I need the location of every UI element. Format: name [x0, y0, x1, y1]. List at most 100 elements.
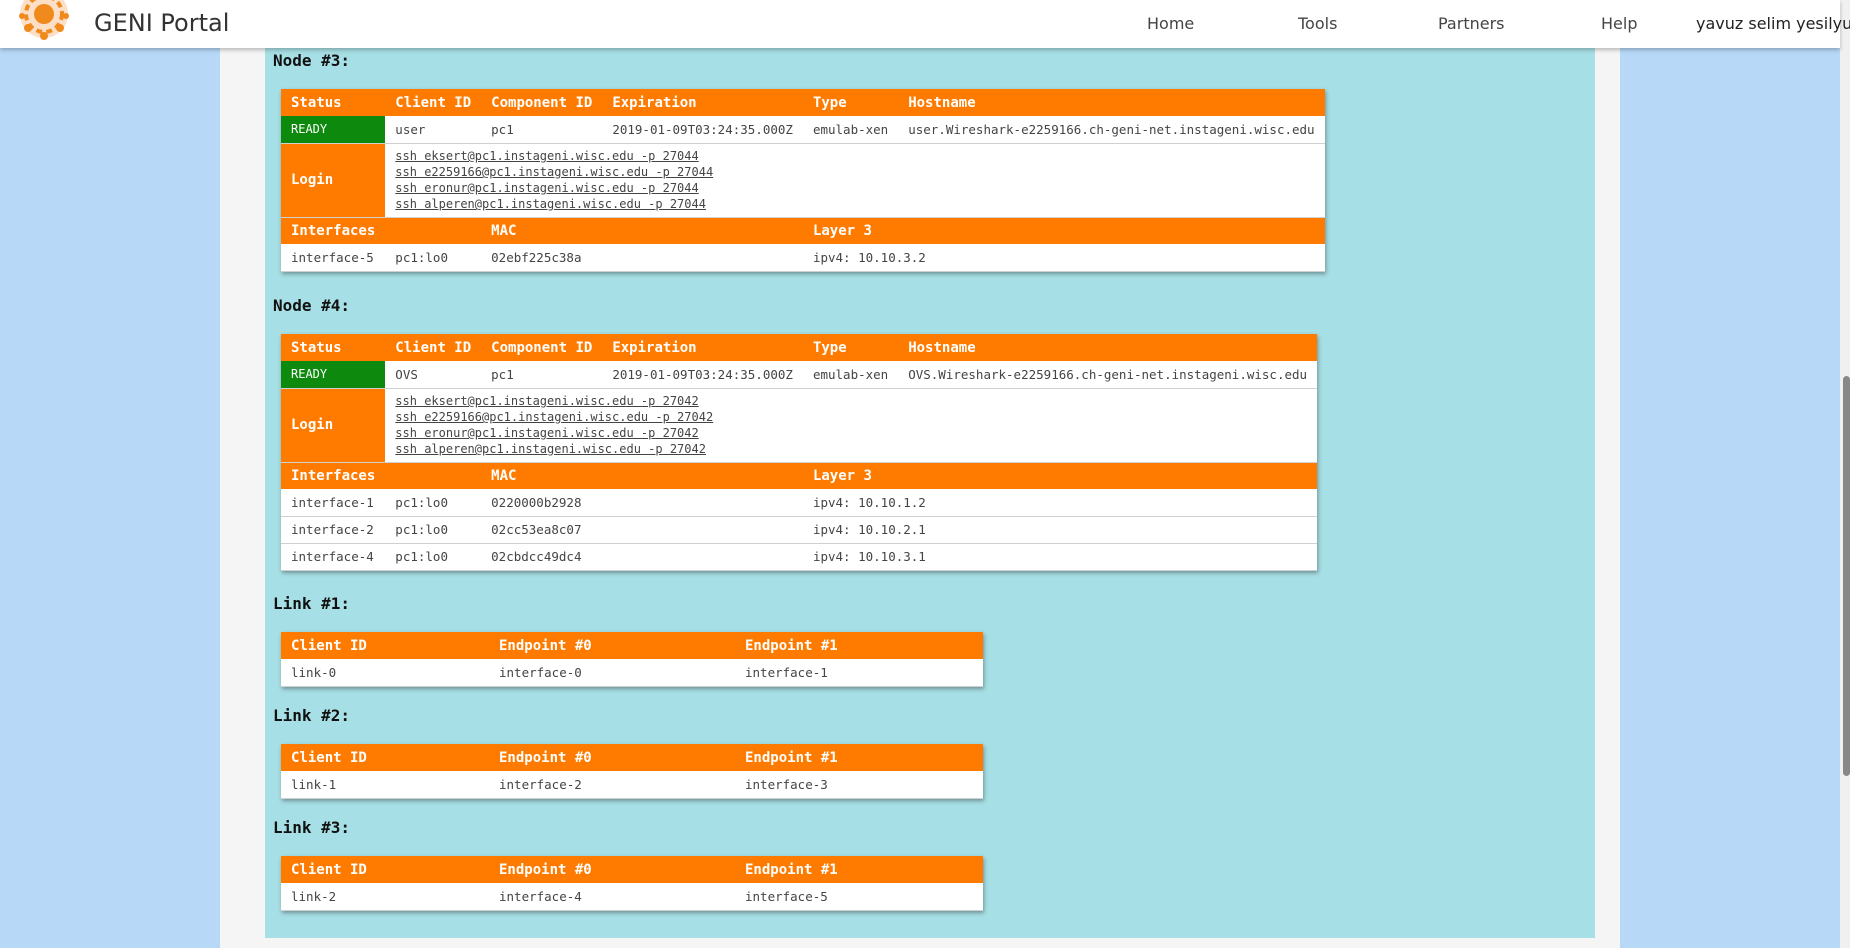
login-row: Login ssh eksert@pc1.instageni.wisc.edu …	[281, 143, 1325, 218]
interfaces-header: Interfaces MAC Layer 3	[281, 217, 1325, 244]
interface-port: pc1:lo0	[385, 516, 482, 544]
node-type: emulab-xen	[802, 116, 899, 144]
link-table-header: Client ID Endpoint #0 Endpoint #1	[281, 744, 983, 771]
component-id: pc1	[481, 116, 603, 144]
header-interfaces: Interfaces	[281, 462, 386, 489]
header-type: Type	[802, 334, 899, 361]
header-component-id: Component ID	[481, 89, 603, 116]
ssh-login-link[interactable]: ssh alperen@pc1.instageni.wisc.edu -p 27…	[395, 441, 1307, 457]
expiration: 2019-01-09T03:24:35.000Z	[602, 116, 803, 144]
header-client-id: Client ID	[281, 856, 489, 883]
interface-mac: 02ebf225c38a	[481, 244, 803, 272]
header-mac: MAC	[481, 462, 803, 489]
header-client-id: Client ID	[385, 89, 482, 116]
geni-logo-icon[interactable]	[14, 0, 74, 44]
node-3-title: Node #3:	[273, 51, 351, 70]
header-client-id: Client ID	[281, 632, 489, 659]
ssh-login-link[interactable]: ssh e2259166@pc1.instageni.wisc.edu -p 2…	[395, 409, 1307, 425]
ssh-login-link[interactable]: ssh eronur@pc1.instageni.wisc.edu -p 270…	[395, 425, 1307, 441]
interface-ip: ipv4: 10.10.2.1	[802, 516, 1318, 544]
status-badge: READY	[281, 361, 386, 389]
header-endpoint-1: Endpoint #1	[735, 632, 983, 659]
ssh-login-link[interactable]: ssh eksert@pc1.instageni.wisc.edu -p 270…	[395, 393, 1307, 409]
header-expiration: Expiration	[602, 89, 803, 116]
nav-home[interactable]: Home	[1147, 14, 1194, 33]
interface-ip: ipv4: 10.10.3.2	[802, 244, 1325, 272]
login-label: Login	[281, 388, 386, 463]
login-label: Login	[281, 143, 386, 218]
header-endpoint-0: Endpoint #0	[489, 632, 735, 659]
interface-name: interface-1	[281, 489, 386, 517]
node-4-table: Status Client ID Component ID Expiration…	[281, 334, 1318, 571]
ssh-login-link[interactable]: ssh e2259166@pc1.instageni.wisc.edu -p 2…	[395, 164, 1314, 180]
interface-port: pc1:lo0	[385, 543, 482, 571]
link-endpoint-1: interface-5	[735, 883, 983, 911]
link-endpoint-0: interface-4	[489, 883, 735, 911]
link-client-id: link-0	[281, 659, 489, 687]
node-type: emulab-xen	[802, 361, 899, 389]
ssh-login-link[interactable]: ssh alperen@pc1.instageni.wisc.edu -p 27…	[395, 196, 1314, 212]
header-status: Status	[281, 334, 386, 361]
interface-port: pc1:lo0	[385, 244, 482, 272]
link-1-title: Link #1:	[273, 594, 351, 613]
link-row: link-0 interface-0 interface-1	[281, 659, 983, 687]
header-interfaces: Interfaces	[281, 217, 386, 244]
interface-mac: 02cc53ea8c07	[481, 516, 803, 544]
interface-row: interface-1 pc1:lo0 0220000b2928 ipv4: 1…	[281, 489, 1318, 517]
client-id: user	[385, 116, 482, 144]
interface-name: interface-4	[281, 543, 386, 571]
header-expiration: Expiration	[602, 334, 803, 361]
ssh-login-link[interactable]: ssh eronur@pc1.instageni.wisc.edu -p 270…	[395, 180, 1314, 196]
link-client-id: link-1	[281, 771, 489, 799]
header-status: Status	[281, 89, 386, 116]
brand-title[interactable]: GENI Portal	[94, 9, 229, 37]
hostname: OVS.Wireshark-e2259166.ch-geni-net.insta…	[898, 361, 1318, 389]
link-endpoint-1: interface-1	[735, 659, 983, 687]
header-endpoint-0: Endpoint #0	[489, 744, 735, 771]
interface-mac: 02cbdcc49dc4	[481, 543, 803, 571]
interfaces-header: Interfaces MAC Layer 3	[281, 462, 1318, 489]
interface-ip: ipv4: 10.10.1.2	[802, 489, 1318, 517]
top-navbar: GENI Portal Home Tools Partners Help yav…	[0, 0, 1850, 48]
interface-row: interface-4 pc1:lo0 02cbdcc49dc4 ipv4: 1…	[281, 543, 1318, 571]
header-component-id: Component ID	[481, 334, 603, 361]
link-row: link-2 interface-4 interface-5	[281, 883, 983, 911]
link-table-header: Client ID Endpoint #0 Endpoint #1	[281, 632, 983, 659]
nav-partners[interactable]: Partners	[1438, 14, 1504, 33]
header-hostname: Hostname	[898, 334, 1318, 361]
user-menu[interactable]: yavuz selim yesilyurt	[1696, 14, 1850, 33]
link-endpoint-1: interface-3	[735, 771, 983, 799]
nav-tools[interactable]: Tools	[1298, 14, 1337, 33]
link-2-title: Link #2:	[273, 706, 351, 725]
interface-row: interface-2 pc1:lo0 02cc53ea8c07 ipv4: 1…	[281, 516, 1318, 544]
header-hostname: Hostname	[898, 89, 1325, 116]
header-layer3: Layer 3	[802, 462, 1318, 489]
link-3-title: Link #3:	[273, 818, 351, 837]
interface-port: pc1:lo0	[385, 489, 482, 517]
node-3-table: Status Client ID Component ID Expiration…	[281, 89, 1325, 272]
link-1-table: Client ID Endpoint #0 Endpoint #1 link-0…	[281, 632, 983, 687]
header-layer3: Layer 3	[802, 217, 1325, 244]
header-type: Type	[802, 89, 899, 116]
node-table-header: Status Client ID Component ID Expiration…	[281, 334, 1318, 361]
expiration: 2019-01-09T03:24:35.000Z	[602, 361, 803, 389]
ssh-login-link[interactable]: ssh eksert@pc1.instageni.wisc.edu -p 270…	[395, 148, 1314, 164]
node-row: READY user pc1 2019-01-09T03:24:35.000Z …	[281, 116, 1325, 144]
client-id: OVS	[385, 361, 482, 389]
header-client-id: Client ID	[385, 334, 482, 361]
header-mac: MAC	[481, 217, 803, 244]
login-list: ssh eksert@pc1.instageni.wisc.edu -p 270…	[385, 143, 1325, 218]
status-badge: READY	[281, 116, 386, 144]
login-list: ssh eksert@pc1.instageni.wisc.edu -p 270…	[385, 388, 1318, 463]
hostname: user.Wireshark-e2259166.ch-geni-net.inst…	[898, 116, 1325, 144]
link-table-header: Client ID Endpoint #0 Endpoint #1	[281, 856, 983, 883]
interface-ip: ipv4: 10.10.3.1	[802, 543, 1318, 571]
interface-name: interface-2	[281, 516, 386, 544]
interface-name: interface-5	[281, 244, 386, 272]
interface-mac: 0220000b2928	[481, 489, 803, 517]
vertical-scrollbar-thumb[interactable]	[1843, 376, 1850, 776]
header-endpoint-1: Endpoint #1	[735, 744, 983, 771]
login-row: Login ssh eksert@pc1.instageni.wisc.edu …	[281, 388, 1318, 463]
nav-help[interactable]: Help	[1601, 14, 1637, 33]
header-endpoint-1: Endpoint #1	[735, 856, 983, 883]
